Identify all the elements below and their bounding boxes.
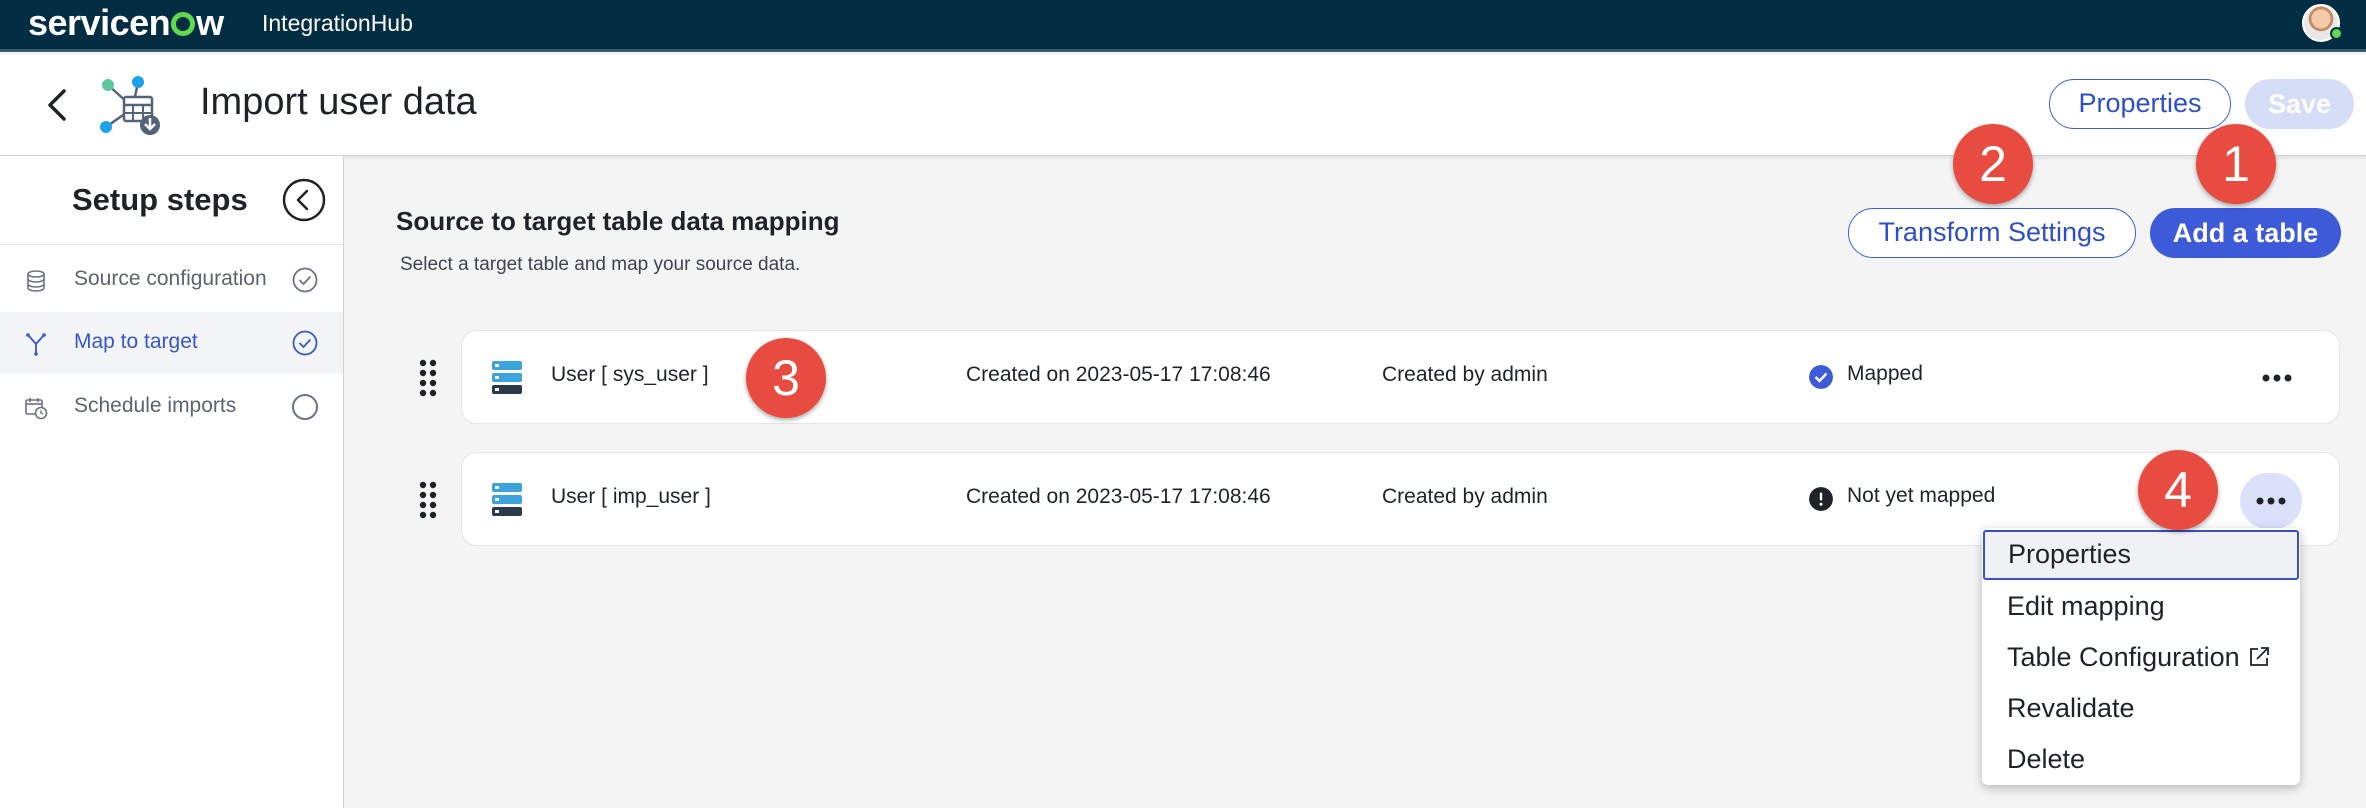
row-actions-menu: Properties Edit mapping Table Configurat… — [1982, 528, 2300, 785]
calendar-clock-icon — [25, 398, 48, 420]
sidebar-item-label: Map to target — [74, 330, 198, 353]
empty-circle-icon — [292, 394, 318, 420]
drag-handle-icon[interactable] — [418, 480, 438, 520]
online-status-icon — [2330, 27, 2343, 40]
table-name[interactable]: User [ imp_user ] — [551, 485, 711, 509]
table-icon — [492, 361, 522, 394]
mapping-status: Not yet mapped — [1847, 484, 1996, 507]
back-arrow-icon[interactable] — [40, 83, 76, 127]
menu-item-edit-mapping[interactable]: Edit mapping — [1982, 582, 2300, 632]
menu-item-properties[interactable]: Properties — [1983, 530, 2299, 580]
save-button[interactable]: Save — [2245, 79, 2354, 129]
import-data-icon — [100, 76, 160, 135]
menu-item-delete[interactable]: Delete — [1982, 735, 2300, 785]
sidebar-item-map-to-target[interactable]: Map to target — [0, 312, 343, 374]
product-name: IntegrationHub — [262, 10, 413, 36]
sidebar-item-label: Source configuration — [74, 267, 267, 290]
sidebar-item-label: Schedule imports — [74, 394, 237, 417]
created-by: Created by admin — [1382, 485, 1548, 508]
ellipsis-icon — [2262, 374, 2292, 382]
menu-item-table-configuration[interactable]: Table Configuration — [1982, 633, 2300, 683]
sidebar-divider — [0, 244, 343, 245]
external-link-icon — [2249, 647, 2269, 666]
created-by: Created by admin — [1382, 363, 1548, 386]
mapping-status: Mapped — [1847, 362, 1923, 385]
setup-steps-sidebar: Setup steps Source configuration Map to … — [0, 156, 344, 808]
check-circle-filled-icon — [1809, 365, 1833, 389]
menu-item-revalidate[interactable]: Revalidate — [1982, 684, 2300, 734]
sidebar-item-source-configuration[interactable]: Source configuration — [0, 249, 343, 311]
table-icon — [492, 483, 522, 516]
ellipsis-icon — [2256, 497, 2286, 505]
created-date: Created on 2023-05-17 17:08:46 — [966, 363, 1271, 386]
more-options-button[interactable] — [2240, 473, 2302, 529]
check-circle-icon — [292, 267, 318, 293]
sidebar-title: Setup steps — [72, 182, 248, 217]
transform-settings-button[interactable]: Transform Settings — [1848, 208, 2136, 258]
merge-icon — [26, 333, 46, 356]
table-row[interactable]: User [ sys_user ] Created on 2023-05-17 … — [461, 330, 2340, 424]
drag-handle-icon[interactable] — [418, 358, 438, 398]
top-navigation-bar: servicen w IntegrationHub — [0, 0, 2366, 52]
page-title: Import user data — [200, 81, 477, 123]
servicenow-logo[interactable]: servicen w — [28, 2, 224, 44]
annotation-badge-1: 1 — [2196, 124, 2276, 204]
created-date: Created on 2023-05-17 17:08:46 — [966, 485, 1271, 508]
more-options-button[interactable] — [2257, 358, 2297, 398]
section-subtitle: Select a target table and map your sourc… — [400, 254, 801, 275]
menu-item-label: Table Configuration — [2007, 642, 2240, 672]
database-icon — [27, 270, 45, 292]
section-title: Source to target table data mapping — [396, 206, 840, 236]
annotation-badge-2: 2 — [1953, 124, 2033, 204]
table-name[interactable]: User [ sys_user ] — [551, 363, 709, 387]
collapse-sidebar-icon[interactable] — [282, 178, 326, 222]
properties-button[interactable]: Properties — [2049, 79, 2231, 129]
check-circle-icon — [292, 330, 318, 356]
warning-circle-icon — [1809, 487, 1833, 511]
add-table-button[interactable]: Add a table — [2150, 208, 2341, 258]
annotation-badge-3: 3 — [746, 338, 826, 418]
sidebar-item-schedule-imports[interactable]: Schedule imports — [0, 376, 343, 438]
annotation-badge-4: 4 — [2138, 450, 2218, 530]
